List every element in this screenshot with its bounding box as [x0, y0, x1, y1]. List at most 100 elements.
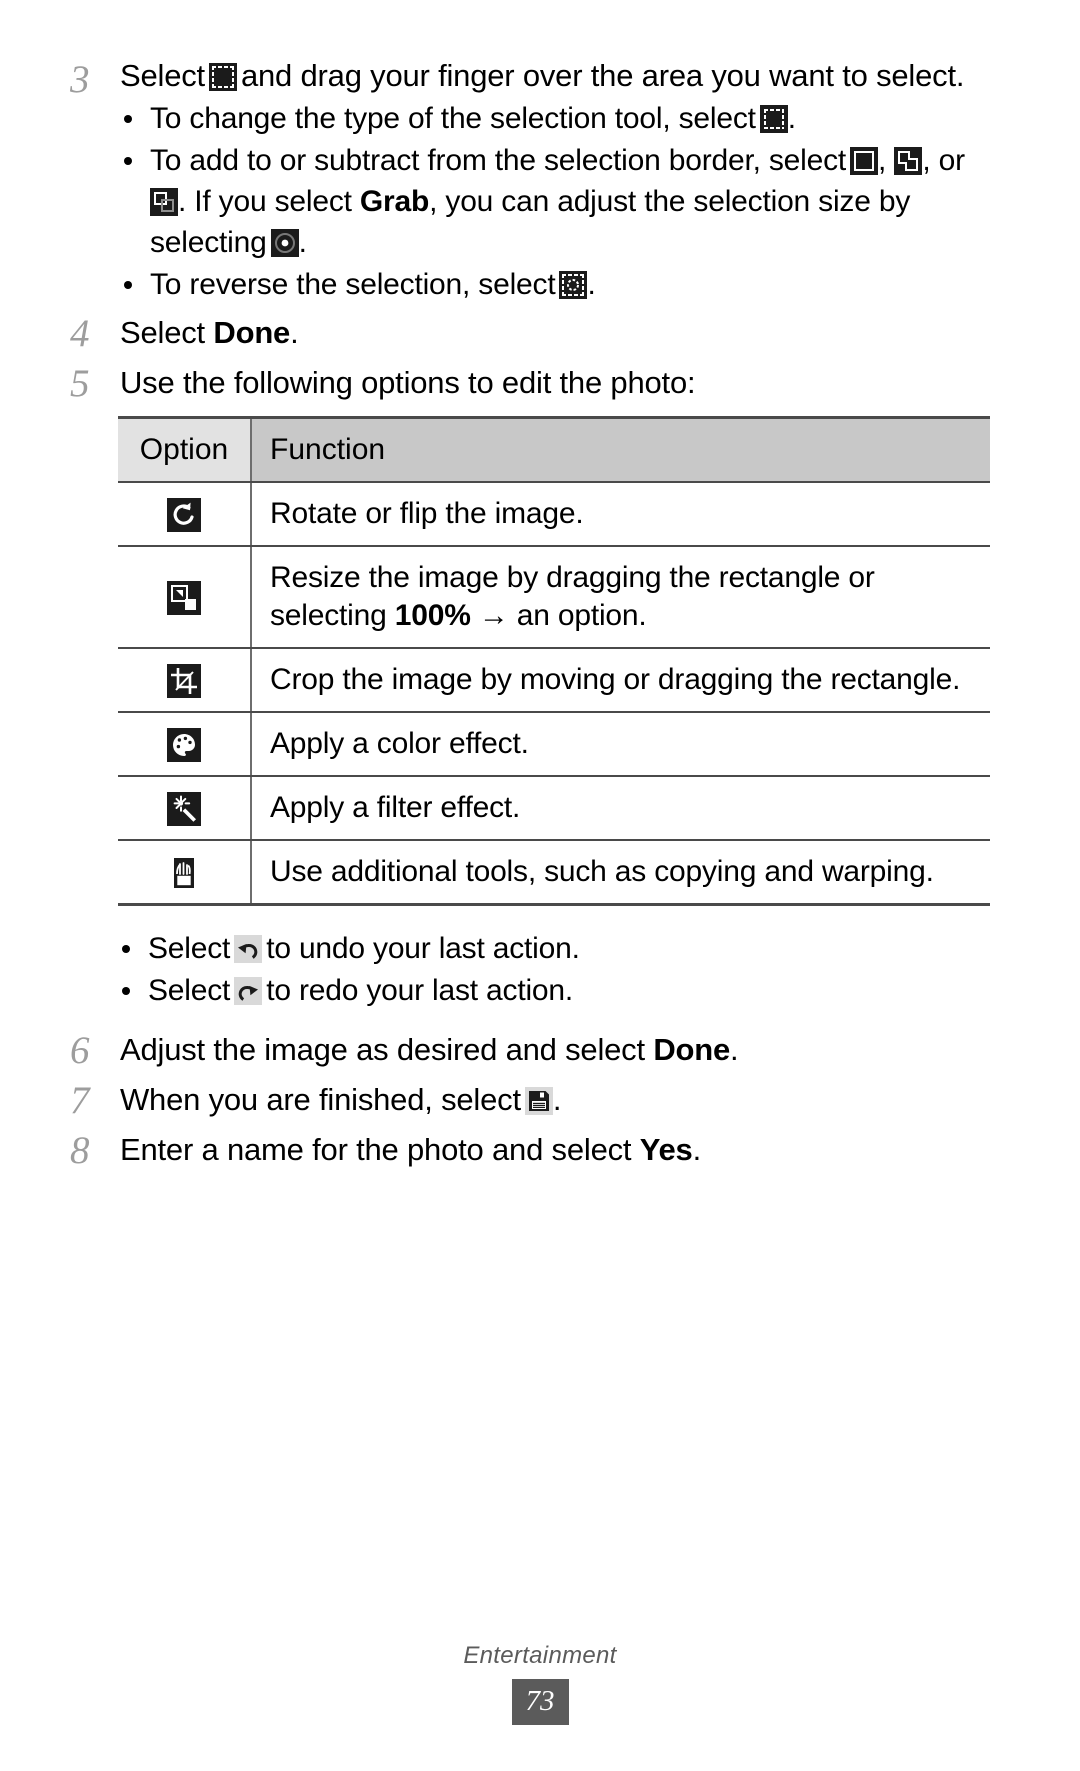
bullet-2-text-after: .	[298, 226, 307, 259]
bullet-3-text-before: To reverse the selection, select	[150, 268, 556, 301]
bullet-2-bold-grab: Grab	[359, 185, 430, 218]
page-number-badge: 73	[511, 1679, 569, 1725]
function-cell: Resize the image by dragging the rectang…	[251, 546, 990, 649]
crop-icon[interactable]	[167, 664, 201, 699]
function-cell: Apply a filter effect.	[251, 776, 990, 841]
magic-wand-filter-icon[interactable]	[167, 792, 201, 827]
selection-replace-icon[interactable]	[850, 147, 879, 175]
step-4-text-after: .	[290, 315, 299, 350]
step-6-body: Adjust the image as desired and select D…	[120, 1027, 990, 1070]
redo-icon[interactable]	[234, 977, 263, 1005]
table-row: Rotate or flip the image.	[118, 482, 990, 547]
bullet-3-text-after: .	[587, 268, 596, 301]
step-7-body: When you are finished, select.	[120, 1077, 990, 1120]
additional-tools-icon[interactable]	[167, 856, 201, 891]
row-5-text: Use additional tools, such as copying an…	[270, 855, 934, 888]
step-8-body: Enter a name for the photo and select Ye…	[120, 1127, 990, 1170]
function-cell: Apply a color effect.	[251, 712, 990, 777]
step-4: 4 Select Done.	[70, 310, 990, 356]
function-cell: Rotate or flip the image.	[251, 482, 990, 547]
step-6-bold-done: Done	[653, 1032, 731, 1067]
table-row: Apply a color effect.	[118, 712, 990, 777]
bullet-dot-icon	[124, 281, 132, 289]
step-7-text-after: .	[552, 1082, 562, 1117]
redo-text-before: Select	[148, 974, 231, 1007]
bullet-2-text-before: To add to or subtract from the selection…	[150, 144, 847, 177]
row-1-text-b: → an option.	[470, 599, 647, 632]
redo-text-after: to redo your last action.	[266, 974, 574, 1007]
table-row: Resize the image by dragging the rectang…	[118, 546, 990, 649]
table-head: Option Function	[118, 416, 990, 483]
step-7: 7 When you are finished, select.	[70, 1077, 990, 1123]
undo-icon[interactable]	[234, 935, 263, 963]
rotate-icon[interactable]	[167, 498, 201, 533]
bullet-dot-icon	[122, 987, 130, 995]
invert-selection-icon[interactable]	[559, 271, 588, 299]
edit-options-table: Option Function Rotate or flip the image…	[118, 416, 990, 906]
bullet-dot-icon	[122, 945, 130, 953]
bullet-2-mid-1: ,	[878, 144, 895, 177]
step-6-number: 6	[70, 1029, 90, 1072]
step-3-text-before: Select	[120, 58, 205, 93]
row-1-bold-100: 100%	[394, 599, 471, 632]
selection-type-icon[interactable]	[759, 105, 788, 133]
step-4-bold-done: Done	[213, 315, 291, 350]
option-icon-cell	[118, 546, 252, 649]
resize-icon[interactable]	[167, 581, 201, 616]
step-8-bold-yes: Yes	[639, 1132, 693, 1167]
function-cell: Crop the image by moving or dragging the…	[251, 648, 990, 713]
step-3-bullets: To change the type of the selection tool…	[120, 98, 990, 305]
bullet-dot-icon	[124, 115, 132, 123]
step-4-number: 4	[70, 312, 90, 355]
step-3-text-after: and drag your finger over the area you w…	[240, 58, 965, 93]
selection-tool-icon[interactable]	[208, 63, 237, 91]
step-6: 6 Adjust the image as desired and select…	[70, 1027, 990, 1073]
bullet-2-mid-2: , or	[922, 144, 965, 177]
step-5: 5 Use the following options to edit the …	[70, 360, 990, 406]
bullet-selection-type: To change the type of the selection tool…	[120, 98, 990, 139]
row-3-text: Apply a color effect.	[270, 727, 529, 760]
row-2-text: Crop the image by moving or dragging the…	[270, 663, 961, 696]
step-8-text-after: .	[692, 1132, 702, 1167]
selection-subtract-icon[interactable]	[150, 188, 178, 216]
bullet-dot-icon	[124, 157, 132, 165]
step-4-body: Select Done.	[120, 310, 990, 353]
step-7-number: 7	[70, 1079, 90, 1122]
bullet-1-text-before: To change the type of the selection tool…	[150, 102, 756, 135]
undo-text-after: to undo your last action.	[266, 932, 580, 965]
page-footer: Entertainment 73	[0, 1642, 1080, 1725]
option-icon-cell	[118, 712, 252, 777]
step-3-body: Select and drag your finger over the area…	[120, 56, 990, 306]
step-4-text-before: Select	[120, 315, 205, 350]
step-5-text: Use the following options to edit the ph…	[120, 365, 696, 400]
bullet-1-text-after: .	[787, 102, 796, 135]
row-0-text: Rotate or flip the image.	[270, 497, 584, 530]
step-8: 8 Enter a name for the photo and select …	[70, 1127, 990, 1173]
grab-size-icon[interactable]	[270, 229, 299, 257]
step-7-text-before: When you are finished, select	[120, 1082, 521, 1117]
bullet-2-mid-3: . If you select	[178, 185, 360, 218]
row-4-text: Apply a filter effect.	[270, 791, 521, 824]
table-body: Rotate or flip the image. Resize the ima…	[118, 482, 990, 906]
column-header-function: Function	[251, 416, 990, 483]
save-floppy-icon[interactable]	[524, 1087, 553, 1115]
bullet-undo: Select to undo your last action.	[118, 928, 990, 969]
footer-section-title: Entertainment	[463, 1642, 617, 1669]
step-8-number: 8	[70, 1129, 90, 1172]
option-icon-cell	[118, 776, 252, 841]
column-header-option: Option	[118, 416, 252, 483]
option-icon-cell	[118, 840, 252, 906]
function-cell: Use additional tools, such as copying an…	[251, 840, 990, 906]
bullet-add-subtract: To add to or subtract from the selection…	[120, 140, 990, 263]
step-5-body: Use the following options to edit the ph…	[120, 360, 990, 403]
bullet-reverse-selection: To reverse the selection, select.	[120, 264, 990, 305]
step-8-text-before: Enter a name for the photo and select	[120, 1132, 632, 1167]
selection-add-icon[interactable]	[894, 147, 923, 175]
option-icon-cell	[118, 482, 252, 547]
color-palette-icon[interactable]	[167, 728, 201, 763]
table-row: Use additional tools, such as copying an…	[118, 840, 990, 906]
step-3: 3 Select and drag your finger over the ar…	[70, 56, 990, 306]
step-5-number: 5	[70, 362, 90, 405]
table-row: Apply a filter effect.	[118, 776, 990, 841]
undo-text-before: Select	[148, 932, 231, 965]
